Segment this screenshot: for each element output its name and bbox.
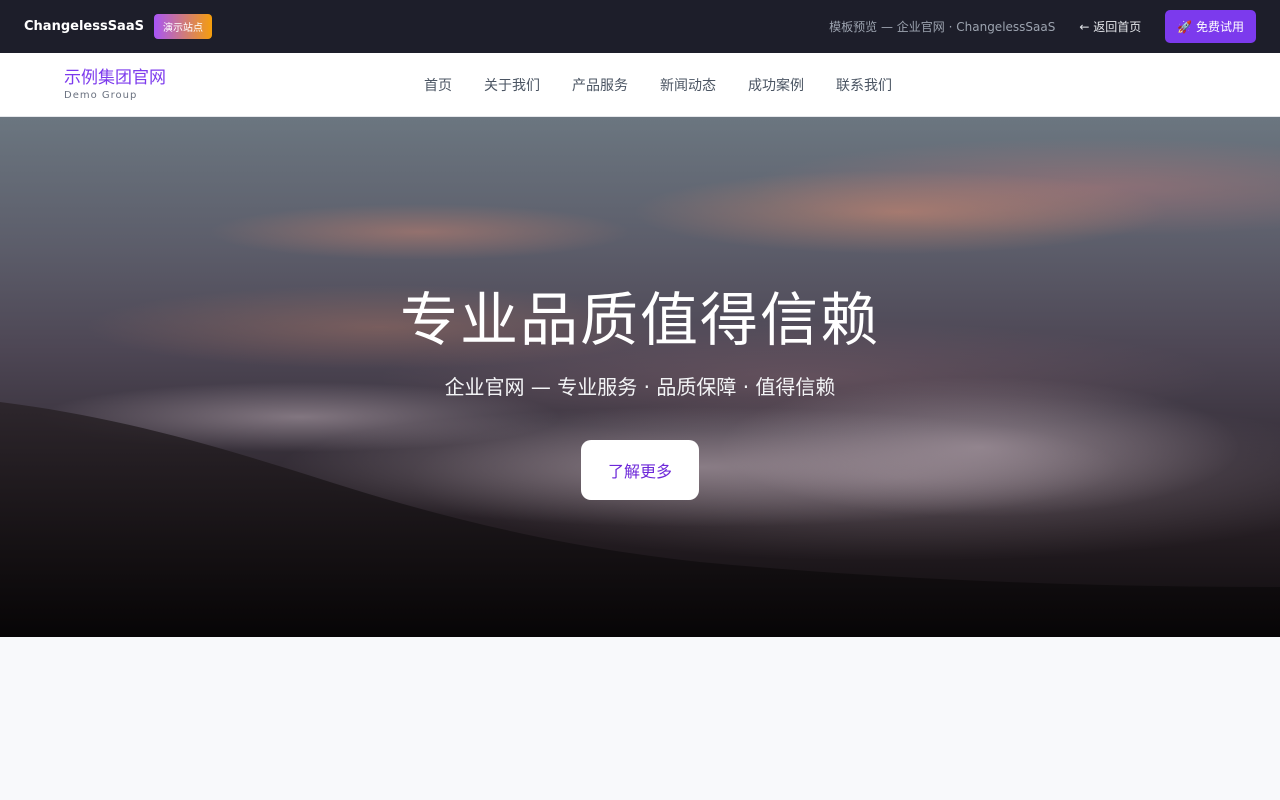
learn-more-button[interactable]: 了解更多	[581, 440, 699, 500]
hero-content: 专业品质值得信赖 企业官网 — 专业服务 · 品质保障 · 值得信赖 了解更多	[0, 117, 1280, 637]
nav-links: 首页 关于我们 产品服务 新闻动态 成功案例 联系我们	[0, 53, 1280, 117]
free-trial-button[interactable]: 🚀 免费试用	[1165, 10, 1256, 43]
site-navigation: 示例集团官网 Demo Group 首页 关于我们 产品服务 新闻动态 成功案例…	[0, 53, 1280, 117]
nav-link-cases[interactable]: 成功案例	[748, 75, 804, 95]
hero-title: 专业品质值得信赖	[399, 286, 880, 354]
nav-link-products[interactable]: 产品服务	[572, 75, 628, 95]
top-bar-left: ChangelessSaaS 演示站点	[24, 14, 212, 39]
nav-link-contact[interactable]: 联系我们	[836, 75, 892, 95]
hero-banner: 专业品质值得信赖 企业官网 — 专业服务 · 品质保障 · 值得信赖 了解更多	[0, 117, 1280, 637]
brand-name: ChangelessSaaS	[24, 19, 144, 34]
breadcrumb: 模板预览 — 企业官网 · ChangelessSaaS	[829, 20, 1056, 34]
demo-badge: 演示站点	[153, 14, 212, 39]
hero-subtitle: 企业官网 — 专业服务 · 品质保障 · 值得信赖	[444, 375, 836, 399]
nav-link-about[interactable]: 关于我们	[484, 75, 540, 95]
nav-link-news[interactable]: 新闻动态	[660, 75, 716, 95]
nav-link-home[interactable]: 首页	[424, 75, 452, 95]
top-bar-right: 模板预览 — 企业官网 · ChangelessSaaS ← 返回首页 🚀 免费…	[829, 10, 1256, 43]
back-link[interactable]: ← 返回首页	[1079, 18, 1141, 35]
top-bar: ChangelessSaaS 演示站点 模板预览 — 企业官网 · Change…	[0, 0, 1280, 53]
